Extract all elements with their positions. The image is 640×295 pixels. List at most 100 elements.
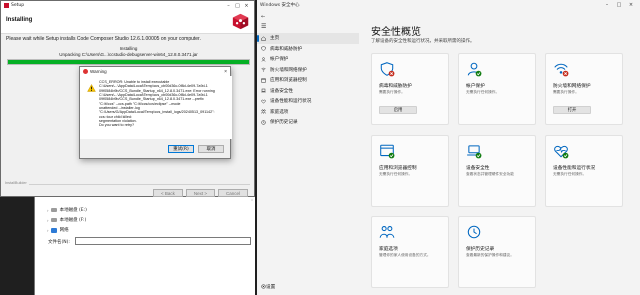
card-description: 无需执行任何操作。 — [553, 172, 587, 176]
security-card[interactable]: 病毒和威胁防护 需要执行操作。启用 — [371, 53, 449, 125]
app-icon — [4, 3, 9, 8]
card-action-button[interactable]: 打开 — [553, 106, 591, 114]
chevron-right-icon[interactable]: › — [47, 228, 49, 233]
sidebar-item-label: 防火墙和网络保护 — [270, 67, 307, 73]
wifi-icon — [261, 67, 266, 72]
sidebar-item[interactable]: 家庭选项 — [257, 107, 359, 118]
sidebar-item[interactable]: 设备安全性 — [257, 86, 359, 97]
card-description: 需要执行操作。 — [379, 90, 405, 94]
health-icon — [553, 143, 569, 159]
virus-shield-icon — [379, 61, 395, 77]
installer-unpacking-path: Unpacking C:\Users\G...\ccstudio-debugse… — [59, 52, 198, 57]
dialog-cancel-button[interactable]: 取消 — [198, 145, 224, 153]
security-card[interactable]: 防火墙和网络保护 需要执行操作。打开 — [545, 53, 623, 125]
warning-dialog: Warning × CCS_ERROR: Unable to install e… — [79, 66, 232, 159]
app-control-icon — [379, 143, 395, 159]
card-description: 需要执行操作。 — [553, 90, 579, 94]
retry-button[interactable]: 重试(R) — [168, 145, 194, 153]
sidebar-item[interactable]: 帐户保护 — [257, 54, 359, 65]
card-description: 无需执行任何操作。 — [379, 172, 413, 176]
sidebar-item-label: 家庭选项 — [270, 109, 289, 115]
folder-tree: › 本地磁盘 (E:) › 本地磁盘 (F:) › 网络 — [47, 205, 87, 235]
chevron-right-icon[interactable]: › — [47, 208, 49, 213]
family-icon — [261, 109, 266, 114]
card-title: 帐户保护 — [466, 84, 485, 89]
file-dialog-background: ˄ › 本地磁盘 (E:) › 本地磁盘 (F:) › 网络 文件名(N): — [34, 197, 255, 295]
card-description: 查看状态并管理硬件安全功能 — [466, 172, 514, 176]
security-card[interactable]: 家庭选项 管理你的家人使用设备的方式。 — [371, 216, 449, 288]
security-card[interactable]: 应用和浏览器控制 无需执行任何操作。 — [371, 135, 449, 207]
drive-icon — [50, 218, 57, 222]
home-icon — [261, 36, 266, 41]
install-progress-bar — [7, 59, 250, 65]
shield-icon — [261, 46, 266, 52]
installer-state: Installing — [119, 46, 138, 51]
tree-item[interactable]: › 本地磁盘 (E:) — [47, 205, 87, 215]
filename-input[interactable] — [75, 237, 251, 245]
sidebar-item[interactable]: 设备性能和运行状况 — [257, 96, 359, 107]
card-title: 家庭选项 — [379, 247, 398, 252]
scroll-up-icon[interactable]: ˄ — [251, 199, 253, 204]
maximize-icon[interactable]: □ — [233, 3, 242, 9]
app-icon — [83, 69, 88, 74]
sidebar-item[interactable]: 病毒和威胁防护 — [257, 44, 359, 55]
security-card[interactable]: 设备安全性 查看状态并管理硬件安全功能 — [458, 135, 536, 207]
card-title: 防火墙和网络保护 — [553, 84, 591, 89]
heart-icon — [261, 99, 266, 104]
footer-divider — [5, 184, 250, 185]
windows-security-window: Windows 安全中心 – □ × ← ☰ 主页 病毒和威胁防护 帐户保护 防火墙和… — [257, 0, 640, 295]
security-window-title: Windows 安全中心 — [260, 3, 300, 8]
sidebar-item-settings[interactable]: 设置 — [257, 282, 359, 292]
security-card[interactable]: 帐户保护 无需执行任何操作。 — [458, 53, 536, 125]
person-icon — [261, 57, 266, 62]
sidebar-item[interactable]: 保护历史记录 — [257, 117, 359, 128]
card-title: 设备性能和运行状况 — [553, 166, 596, 171]
cancel-button[interactable]: Cancel — [217, 189, 248, 197]
ti-cube-logo-icon — [232, 13, 249, 30]
hamburger-menu-icon[interactable]: ☰ — [257, 23, 359, 33]
next-button[interactable]: Next > — [185, 189, 215, 197]
security-card[interactable]: 设备性能和运行状况 无需执行任何操作。 — [545, 135, 623, 207]
installer-header: Installing — [1, 10, 254, 34]
drive-icon — [50, 208, 57, 212]
back-arrow-icon[interactable]: ← — [257, 14, 359, 23]
card-description: 查看最新的保护操作和建议。 — [466, 253, 514, 257]
tree-item[interactable]: › 本地磁盘 (F:) — [47, 215, 87, 225]
warning-dialog-buttons: 重试(R) 取消 — [168, 145, 224, 153]
warning-dialog-body: CCS_ERROR: Unable to install executable … — [80, 76, 232, 139]
card-title: 病毒和威胁防护 — [379, 84, 412, 89]
close-icon[interactable]: × — [224, 69, 227, 75]
installer-titlebar-text: Setup — [11, 3, 25, 8]
installer-message: Please wait while Setup installs Code Co… — [6, 36, 201, 42]
chevron-right-icon[interactable]: › — [47, 218, 49, 223]
installer-titlebar: Setup – □ × — [1, 1, 254, 10]
close-icon[interactable]: × — [242, 3, 251, 9]
security-sidebar: ← ☰ 主页 病毒和威胁防护帐户保护防火墙和网络保护 应用和浏览器控制设备安全性设备… — [257, 14, 359, 290]
tree-item[interactable]: › 网络 — [47, 225, 87, 235]
card-action-button[interactable]: 启用 — [379, 106, 417, 114]
firewall-icon — [553, 61, 569, 77]
card-title: 保护历史记录 — [466, 247, 495, 252]
installer-buttons: < Back Next > Cancel — [152, 189, 248, 197]
install-progress-fill — [8, 60, 249, 64]
sidebar-item[interactable]: 防火墙和网络保护 — [257, 65, 359, 76]
history-icon — [261, 120, 266, 125]
back-button[interactable]: < Back — [152, 189, 183, 197]
security-card[interactable]: 保护历史记录 查看最新的保护操作和建议。 — [458, 216, 536, 288]
installer-brand: InstallBuilder — [5, 181, 29, 185]
network-icon — [50, 227, 57, 233]
sidebar-item-label: 帐户保护 — [270, 57, 289, 63]
page-title: 安全性概览 — [371, 27, 421, 38]
sidebar-item-label: 应用和浏览器控制 — [270, 78, 307, 84]
sidebar-item-label: 设置 — [266, 285, 276, 290]
filename-label: 文件名(N): — [48, 240, 70, 245]
warning-dialog-title: Warning — [90, 69, 107, 74]
sidebar-item[interactable]: 应用和浏览器控制 — [257, 75, 359, 86]
sidebar-item-label: 设备性能和运行状况 — [270, 99, 312, 105]
warning-icon — [87, 84, 96, 92]
minimize-icon[interactable]: – — [224, 3, 233, 9]
page-subtitle: 了解设备的安全性和运行状况，并采取所需的操作。 — [371, 39, 475, 44]
sidebar-item[interactable]: 主页 — [257, 33, 359, 44]
card-title: 应用和浏览器控制 — [379, 166, 417, 171]
warning-message: CCS_ERROR: Unable to install executable … — [99, 80, 215, 128]
